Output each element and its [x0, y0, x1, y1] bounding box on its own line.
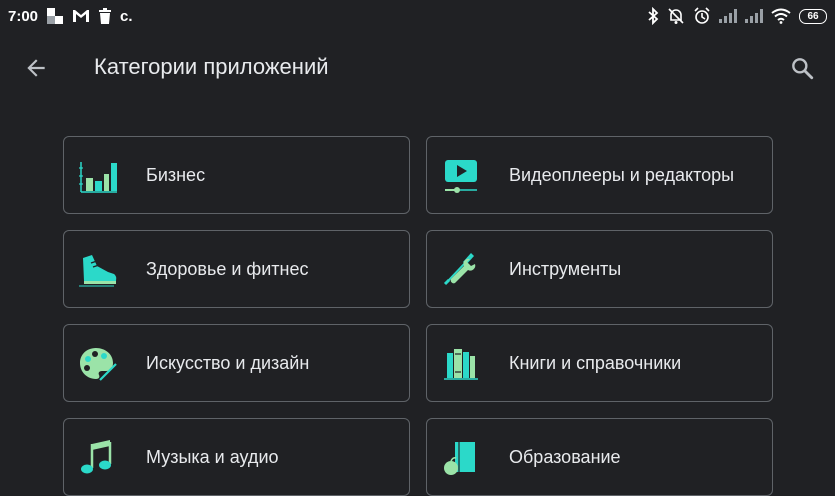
trash-icon [98, 8, 112, 24]
category-label: Здоровье и фитнес [146, 259, 309, 279]
category-label: Образование [509, 447, 621, 467]
video-player-icon [441, 156, 481, 196]
arrow-back-icon [27, 59, 45, 77]
signal-icon [719, 9, 737, 23]
status-left: 7:00 c. [8, 7, 133, 25]
category-card-health[interactable]: Здоровье и фитнес [63, 230, 410, 308]
category-card-tools[interactable]: Инструменты [426, 230, 773, 308]
signal-icon-2 [745, 9, 763, 23]
status-carrier-text: c. [120, 7, 133, 25]
education-icon [441, 438, 481, 478]
search-button[interactable] [786, 52, 818, 84]
back-button[interactable] [20, 52, 52, 84]
category-label: Видеоплееры и редакторы [509, 165, 735, 185]
books-icon [441, 344, 481, 384]
page-title: Категории приложений [94, 54, 329, 79]
music-note-icon [78, 438, 118, 478]
search-icon [792, 58, 814, 80]
bluetooth-icon [647, 7, 659, 25]
category-card-books[interactable]: Книги и справочники [426, 324, 773, 402]
status-time: 7:00 [8, 7, 39, 25]
mute-bell-icon [667, 7, 685, 25]
category-label: Бизнес [146, 165, 206, 185]
app-bar: Категории приложений [0, 40, 835, 96]
bar-chart-icon [78, 156, 118, 196]
notification-app-icon [46, 7, 64, 25]
category-card-music[interactable]: Музыка и аудио [63, 418, 410, 496]
category-card-business[interactable]: Бизнес [63, 136, 410, 214]
tools-icon [441, 250, 481, 290]
category-label: Музыка и аудио [146, 447, 279, 467]
status-right: 66 [647, 7, 827, 25]
category-label: Инструменты [509, 259, 622, 279]
sneaker-icon [78, 250, 118, 290]
palette-icon [78, 344, 118, 384]
category-label: Книги и справочники [509, 353, 682, 373]
category-card-video[interactable]: Видеоплееры и редакторы [426, 136, 773, 214]
gmail-icon [72, 8, 90, 24]
category-label: Искусство и дизайн [146, 353, 310, 373]
category-card-art[interactable]: Искусство и дизайн [63, 324, 410, 402]
wifi-icon [771, 8, 791, 24]
battery-indicator: 66 [799, 8, 827, 24]
categories-grid: Бизнес Видеоплееры и редакторы Здоровье [63, 136, 773, 496]
alarm-icon [693, 7, 711, 25]
category-card-education[interactable]: Образование [426, 418, 773, 496]
status-bar: 7:00 c. 66 [0, 0, 835, 32]
